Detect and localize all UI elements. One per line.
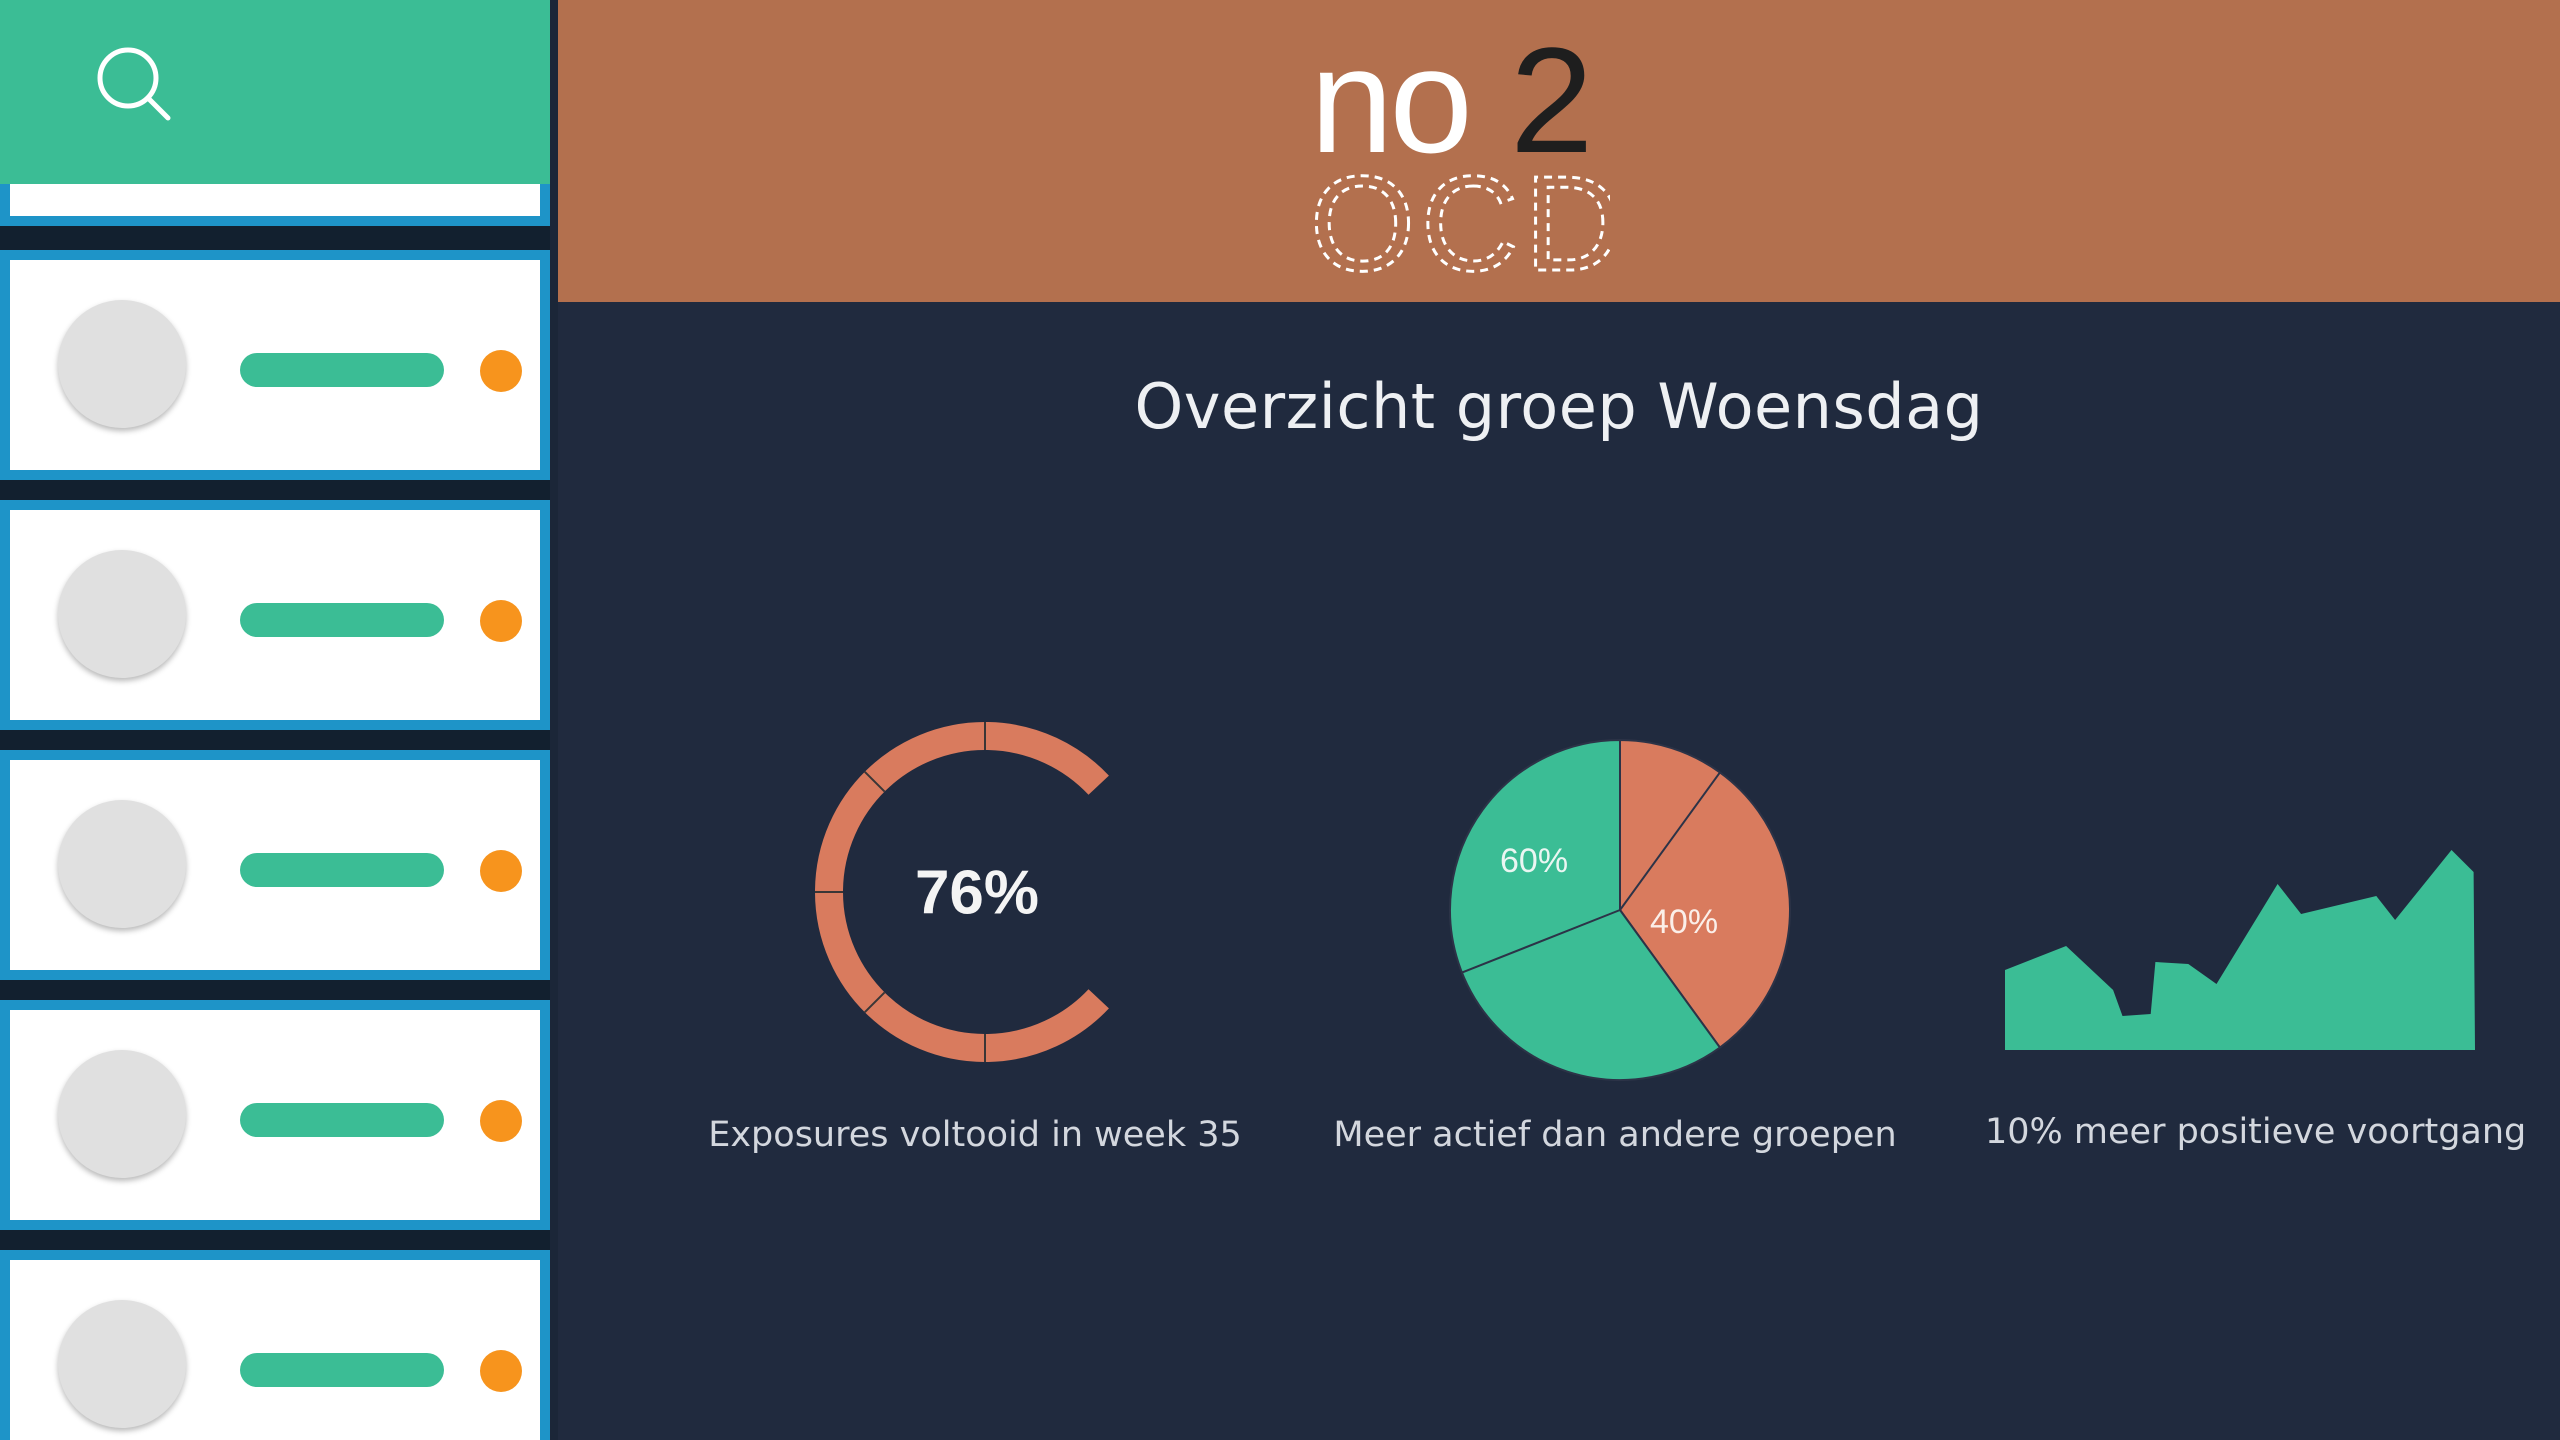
status-dot	[480, 850, 522, 892]
search-button[interactable]	[90, 40, 180, 130]
page-title: Overzicht groep Woensdag	[1134, 370, 1984, 443]
user-card[interactable]	[0, 1000, 550, 1230]
sidebar	[0, 0, 558, 1440]
user-card[interactable]	[0, 750, 550, 980]
avatar	[58, 800, 186, 928]
user-name-placeholder	[240, 1353, 444, 1387]
avatar	[58, 1050, 186, 1178]
status-dot	[480, 350, 522, 392]
user-name-placeholder	[240, 853, 444, 887]
avatar	[58, 300, 186, 428]
activity-pie-chart: 60% 40%	[1449, 738, 1791, 1081]
status-dot	[480, 1350, 522, 1392]
pie-label-40: 40%	[1650, 903, 1718, 941]
user-name-placeholder	[240, 353, 444, 387]
pie-caption: Meer actief dan andere groepen	[1333, 1115, 1897, 1155]
status-dot	[480, 600, 522, 642]
sidebar-header	[0, 0, 550, 184]
area-caption: 10% meer positieve voortgang	[1985, 1112, 2527, 1152]
sidebar-divider	[550, 0, 558, 1440]
user-card-partial[interactable]	[0, 184, 550, 226]
user-card[interactable]	[0, 250, 550, 480]
exposures-gauge-chart: 76%	[815, 722, 1109, 1062]
avatar	[58, 1300, 186, 1428]
user-card[interactable]	[0, 500, 550, 730]
status-dot	[480, 1100, 522, 1142]
search-icon	[97, 47, 171, 121]
gauge-caption: Exposures voltooid in week 35	[708, 1115, 1242, 1155]
gauge-value-label: 76%	[915, 858, 1039, 927]
user-card[interactable]	[0, 1250, 550, 1440]
user-name-placeholder	[240, 1103, 444, 1137]
area-series	[2005, 850, 2475, 1050]
pie-label-60: 60%	[1500, 842, 1568, 880]
user-name-placeholder	[240, 603, 444, 637]
logo-text-ocd: OCD	[1310, 148, 1610, 280]
progress-area-chart	[2005, 850, 2475, 1050]
logo: no 2 no2 OCD	[1310, 30, 1610, 280]
avatar	[58, 550, 186, 678]
